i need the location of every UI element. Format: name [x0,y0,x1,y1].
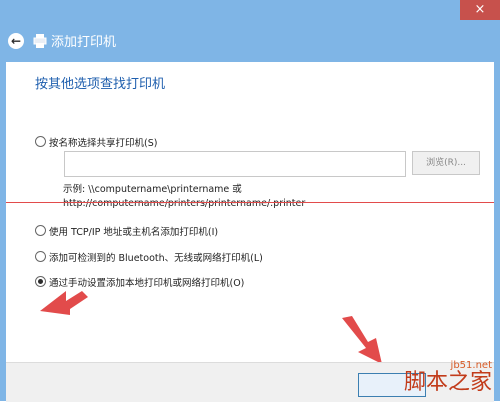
radio-share-by-name[interactable] [35,136,46,147]
radio-share-by-name-label[interactable]: 按名称选择共享打印机(S) [49,135,157,149]
radio-manual-local[interactable] [35,276,46,287]
back-button[interactable]: ← [8,33,24,49]
window-title: 添加打印机 [51,35,117,50]
printer-icon [33,34,47,48]
window-frame-right [494,62,500,401]
example-text: 示例: \\computername\printername 或 http://… [63,183,305,211]
annotation-underline [6,202,494,203]
share-printer-input[interactable] [64,151,406,177]
radio-bluetooth-wireless[interactable] [35,251,46,262]
annotation-arrow-left [40,291,88,315]
wizard-content: 按其他选项查找打印机 按名称选择共享打印机(S) 浏览(R)... 示例: \\… [6,62,494,402]
watermark: jb51.net 脚本之家 [404,360,492,395]
page-heading: 按其他选项查找打印机 [35,77,166,92]
example-line-1: 示例: \\computername\printername 或 [63,184,242,195]
radio-tcpip-label[interactable]: 使用 TCP/IP 地址或主机名添加打印机(I) [49,224,218,238]
example-line-2: http://computername/printers/printername… [63,198,306,209]
watermark-brand: 脚本之家 [403,370,492,395]
close-button[interactable]: × [460,0,500,20]
radio-bluetooth-wireless-label[interactable]: 添加可检测到的 Bluetooth、无线或网络打印机(L) [49,250,263,264]
annotation-arrow-right [342,316,382,364]
wizard-header: ← 添加打印机 [0,20,500,62]
window-titlebar: × [0,0,500,20]
browse-button[interactable]: 浏览(R)... [412,151,480,175]
radio-tcpip[interactable] [35,225,46,236]
